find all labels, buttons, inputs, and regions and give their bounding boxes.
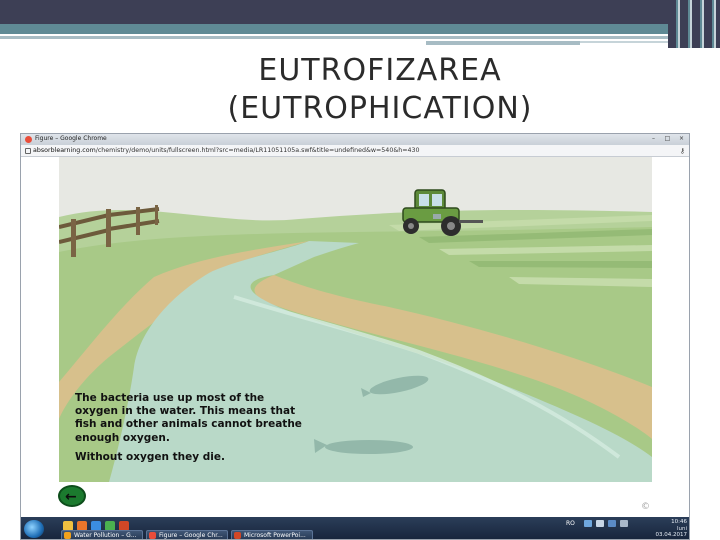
network-icon[interactable] bbox=[584, 520, 592, 527]
tractor-illustration bbox=[402, 189, 483, 236]
taskbar-item-figure[interactable]: Figure – Google Chr... bbox=[146, 530, 228, 539]
task-label: Microsoft PowerPoi... bbox=[244, 532, 306, 539]
maximize-button[interactable]: □ bbox=[663, 135, 672, 143]
back-button[interactable]: ← bbox=[58, 485, 86, 507]
top-banner-dark bbox=[0, 0, 720, 24]
copyright-mark: © bbox=[641, 502, 650, 512]
windows-taskbar: Water Pollution – G... Figure – Google C… bbox=[21, 517, 689, 539]
address-bar[interactable]: absorblearning.com/chemistry/demo/units/… bbox=[21, 145, 689, 157]
banner-corner-stripes bbox=[668, 0, 720, 48]
slide-title-line1: EUTROFIZAREA bbox=[258, 53, 502, 88]
caption-conclusion: Without oxygen they die. bbox=[75, 450, 225, 463]
url-text[interactable]: absorblearning.com/chemistry/demo/units/… bbox=[33, 147, 420, 154]
language-indicator[interactable]: RO bbox=[566, 520, 575, 527]
banner-stripe bbox=[426, 41, 580, 45]
page-icon bbox=[25, 148, 31, 154]
browser-screenshot: Figure – Google Chrome – □ × absorblearn… bbox=[20, 133, 690, 540]
chrome-task-icon bbox=[149, 532, 156, 539]
task-label: Water Pollution – G... bbox=[74, 532, 137, 539]
url-domain: absorblearning.com bbox=[33, 147, 96, 154]
banner-stripe bbox=[580, 41, 670, 43]
slide-title: EUTROFIZAREA (EUTROPHICATION) bbox=[180, 52, 580, 128]
window-title: Figure – Google Chrome bbox=[35, 135, 107, 142]
task-label: Figure – Google Chr... bbox=[159, 532, 223, 539]
arrow-left-icon: ← bbox=[65, 489, 77, 505]
taskbar-item-water-pollution[interactable]: Water Pollution – G... bbox=[61, 530, 143, 539]
slide-title-line2: (EUTROPHICATION) bbox=[227, 91, 533, 126]
close-button[interactable]: × bbox=[677, 135, 686, 143]
slide: EUTROFIZAREA (EUTROPHICATION) Figure – G… bbox=[0, 0, 720, 540]
windows-start-icon[interactable] bbox=[24, 520, 44, 538]
browser-task-icon bbox=[64, 532, 71, 539]
help-icon[interactable] bbox=[596, 520, 604, 527]
system-clock[interactable]: 10:46 luni 03.04.2017 bbox=[656, 519, 688, 539]
key-icon[interactable]: ⚷ bbox=[680, 147, 685, 155]
minimize-button[interactable]: – bbox=[649, 135, 658, 143]
clock-date: 03.04.2017 bbox=[655, 532, 688, 538]
scene-caption: The bacteria use up most of the oxygen i… bbox=[75, 392, 305, 464]
volume-icon[interactable] bbox=[620, 520, 628, 527]
caption-paragraph: The bacteria use up most of the oxygen i… bbox=[75, 392, 302, 444]
taskbar-item-powerpoint[interactable]: Microsoft PowerPoi... bbox=[231, 530, 313, 539]
url-path: /chemistry/demo/units/fullscreen.html?sr… bbox=[95, 147, 420, 154]
banner-stripe bbox=[0, 36, 668, 39]
chrome-icon bbox=[25, 136, 32, 143]
browser-titlebar: Figure – Google Chrome – □ × bbox=[21, 134, 689, 145]
top-banner-teal bbox=[0, 24, 720, 34]
powerpoint-task-icon bbox=[234, 532, 241, 539]
flag-icon[interactable] bbox=[608, 520, 616, 527]
